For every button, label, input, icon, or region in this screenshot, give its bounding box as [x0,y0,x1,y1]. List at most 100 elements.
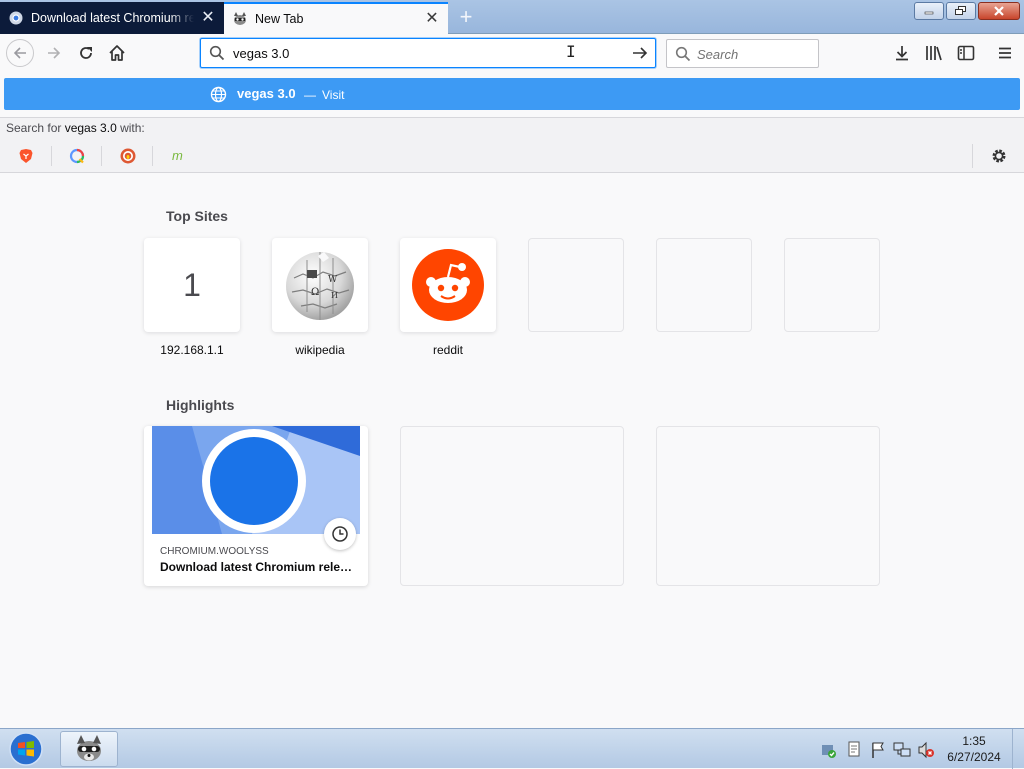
restore-icon [955,6,966,15]
url-suggestion-row[interactable]: vegas 3.0 — Visit [4,78,1020,110]
back-button[interactable] [6,39,34,67]
globe-icon [210,86,227,106]
tile-letter: 1 [183,266,201,303]
new-tab-button[interactable]: + [452,4,480,30]
downloads-button[interactable] [890,41,914,65]
search-input[interactable]: Search [697,47,738,62]
top-site-tile-192-168-1-1[interactable]: 1 [144,238,240,332]
top-site-empty-slot[interactable] [784,238,880,332]
taskbar-clock-time[interactable]: 1:35 [946,734,1002,748]
reload-button[interactable] [72,39,100,67]
document-tray-icon[interactable] [845,741,863,759]
highlight-title: Download latest Chromium releases [160,560,356,574]
svg-text:W: W [328,275,338,285]
search-icon [209,45,225,64]
minimize-button[interactable] [914,2,944,20]
engine-qwant[interactable] [55,143,99,169]
top-sites-heading: Top Sites [166,208,228,224]
suggestion-action: — Visit [304,88,344,102]
sidebar-icon [957,45,975,61]
brave-lion-icon [19,149,33,163]
suggestion-dash: — [304,88,316,102]
text-cursor-icon: I [566,42,576,61]
show-desktop-button[interactable] [1012,729,1024,769]
top-site-label: 192.168.1.1 [160,343,224,357]
svg-text:И: И [331,291,338,300]
tab-close-icon[interactable]: ✕ [424,11,440,27]
forward-button[interactable] [40,39,68,67]
engine-separator [152,146,153,166]
volume-muted-icon[interactable] [917,741,935,759]
top-site-empty-slot[interactable] [528,238,624,332]
highlight-empty-slot [656,426,880,586]
suggestion-visit-label: Visit [322,88,345,102]
taskbar-browser-button[interactable] [60,731,118,767]
close-icon [994,6,1004,16]
search-bar[interactable]: Search [666,39,819,68]
library-button[interactable] [922,41,946,65]
search-for-prefix: Search for [6,121,62,135]
search-settings-button[interactable] [988,145,1010,167]
qwant-icon [69,148,85,164]
svg-text:m: m [172,148,183,163]
wikipedia-globe-icon: Ω W И [286,252,354,320]
tab-close-icon[interactable]: ✕ [200,10,216,26]
top-site-empty-slot[interactable] [656,238,752,332]
back-arrow-icon [13,47,26,59]
highlight-card-chromium[interactable]: CHROMIUM.WOOLYSS Download latest Chromiu… [144,426,368,586]
search-for-query: vegas 3.0 [64,121,117,135]
taskbar-clock-date[interactable]: 6/27/2024 [942,750,1006,764]
mojeek-icon: m [172,148,183,163]
sidebar-button[interactable] [954,41,978,65]
raccoon-favicon-icon [232,11,248,27]
svg-text:Ω: Ω [311,287,319,298]
highlight-empty-slot [400,426,624,586]
network-icon[interactable] [893,741,911,759]
raccoon-browser-icon [77,735,101,761]
start-button[interactable] [6,730,46,768]
menu-button[interactable] [993,41,1017,65]
highlights-heading: Highlights [166,397,235,413]
go-arrow-icon [633,47,648,59]
engine-separator [101,146,102,166]
home-button[interactable] [103,39,131,67]
suggestion-text: vegas 3.0 [237,86,296,101]
restore-button[interactable] [946,2,976,20]
forward-arrow-icon [48,47,61,59]
window-controls [914,2,1020,20]
address-input[interactable]: vegas 3.0 [233,46,289,61]
home-icon [109,45,125,61]
address-bar[interactable]: vegas 3.0 I [200,38,656,68]
top-site-tile-wikipedia[interactable]: Ω W И [272,238,368,332]
engine-duckduckgo[interactable] [106,143,150,169]
duckduckgo-icon [120,148,136,164]
download-icon [896,46,908,61]
windows-start-orb-icon [9,732,43,766]
search-for-suffix: with: [120,121,145,135]
minimize-icon [924,11,934,15]
close-window-button[interactable] [978,2,1020,20]
flag-icon[interactable] [869,741,887,759]
reload-icon [80,47,92,59]
chromium-favicon-icon [8,10,24,26]
reddit-logo-icon [412,249,484,321]
hamburger-menu-icon [999,47,1011,59]
library-icon [926,46,942,61]
engine-brave[interactable] [4,143,48,169]
top-site-label: reddit [432,343,464,357]
action-center-icon[interactable] [820,741,838,759]
go-arrow-button[interactable] [629,43,651,63]
top-site-label: wikipedia [295,343,345,357]
highlight-domain: CHROMIUM.WOOLYSS [160,546,269,557]
engine-separator [51,146,52,166]
search-icon [675,46,691,65]
tab-new-tab[interactable]: New Tab ✕ [224,2,448,34]
tab-chromium[interactable]: Download latest Chromium rel ✕ [0,2,224,34]
windows-taskbar: 1:35 6/27/2024 [0,728,1024,769]
top-site-tile-reddit[interactable] [400,238,496,332]
search-for-label: Search for vegas 3.0 with: [6,121,145,135]
gear-icon [992,149,1006,163]
engine-mojeek[interactable]: m [157,143,201,169]
tab-title: Download latest Chromium rel [31,11,194,25]
navigation-toolbar: vegas 3.0 I Search [0,34,1024,73]
